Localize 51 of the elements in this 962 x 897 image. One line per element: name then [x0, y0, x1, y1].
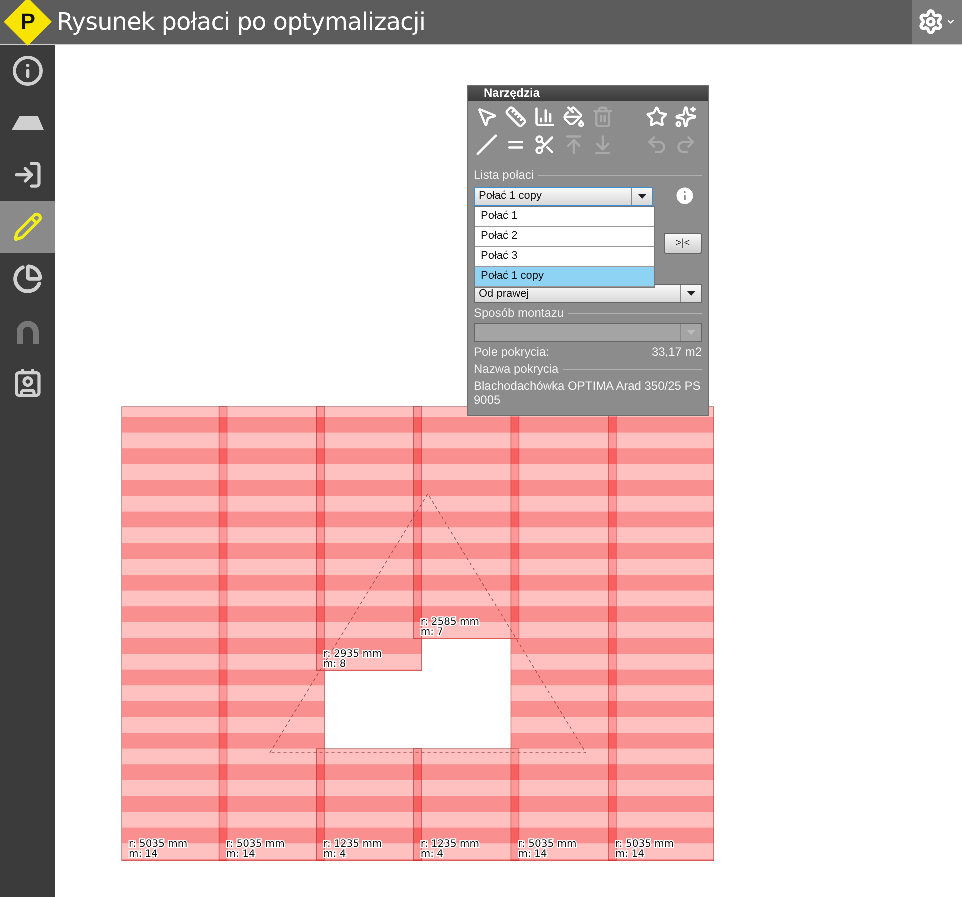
- panel-title: Narzędzia: [468, 86, 708, 101]
- field-label: Pole pokrycia:: [474, 345, 550, 359]
- logo: P: [4, 0, 52, 46]
- pencil-icon: [12, 212, 42, 242]
- pointer-icon: [476, 106, 498, 128]
- sheet-label: r: 5035 mm m: 14: [226, 839, 285, 860]
- star-tool[interactable]: [644, 105, 670, 129]
- stars-tool[interactable]: [673, 105, 699, 129]
- contact-book-icon: [12, 368, 42, 398]
- caret-icon: [686, 330, 696, 335]
- import-icon: [12, 160, 42, 190]
- scissors-icon: [534, 134, 556, 156]
- paint-bucket-icon: [563, 106, 585, 128]
- pie-chart-icon: [12, 264, 42, 294]
- page-title: Rysunek połaci po optymalizacji: [57, 8, 427, 36]
- gear-icon: [918, 9, 944, 35]
- sheet-label: r: 1235 mm m: 4: [324, 839, 382, 860]
- field-label: Lista połaci: [474, 168, 534, 182]
- align-button[interactable]: >|<: [664, 233, 702, 254]
- info-icon: [674, 185, 696, 207]
- roof-select[interactable]: Połać 1 copy: [474, 186, 653, 206]
- ruler-tool[interactable]: [503, 105, 529, 129]
- dropdown-option[interactable]: Połać 1 copy: [475, 266, 654, 286]
- area-value: 33,17 m2: [652, 345, 702, 359]
- caret-icon: [686, 291, 696, 296]
- sheet-label: r: 2585 mm m: 7: [420, 617, 480, 638]
- caret-icon: [946, 17, 956, 27]
- dropdown-option[interactable]: Połać 2: [475, 226, 654, 246]
- covering-name: Blachodachówka OPTIMA Arad 350/25 PS 9005: [474, 379, 702, 407]
- slash-tool[interactable]: [474, 133, 500, 157]
- ruler-icon: [505, 106, 527, 128]
- field-label: Nazwa pokrycia: [474, 362, 559, 376]
- sheet-label: r: 5035 mm m: 14: [129, 839, 188, 860]
- settings-button[interactable]: [912, 0, 962, 44]
- sheet-label: r: 5035 mm m: 14: [616, 839, 674, 860]
- sheet-label: r: 1235 mm m: 4: [420, 839, 480, 860]
- undo-icon: [646, 134, 668, 156]
- stars-icon: [675, 106, 697, 128]
- sheet-label: r: 5035 mm m: 14: [518, 839, 577, 860]
- caret-icon: [638, 194, 646, 198]
- paint-bucket-tool[interactable]: [561, 105, 587, 129]
- trash-icon: [592, 106, 614, 128]
- field-label: Sposób montazu: [474, 306, 564, 320]
- info-icon: [12, 55, 44, 87]
- sheet-label: r: 2935 mm m: 8: [324, 649, 382, 670]
- redo-icon: [675, 134, 697, 156]
- dropdown-option[interactable]: Połać 3: [475, 246, 654, 266]
- roof-icon: [12, 116, 44, 130]
- slash-icon: [476, 134, 498, 156]
- star-icon: [646, 106, 668, 128]
- bar-chart-icon: [534, 106, 556, 128]
